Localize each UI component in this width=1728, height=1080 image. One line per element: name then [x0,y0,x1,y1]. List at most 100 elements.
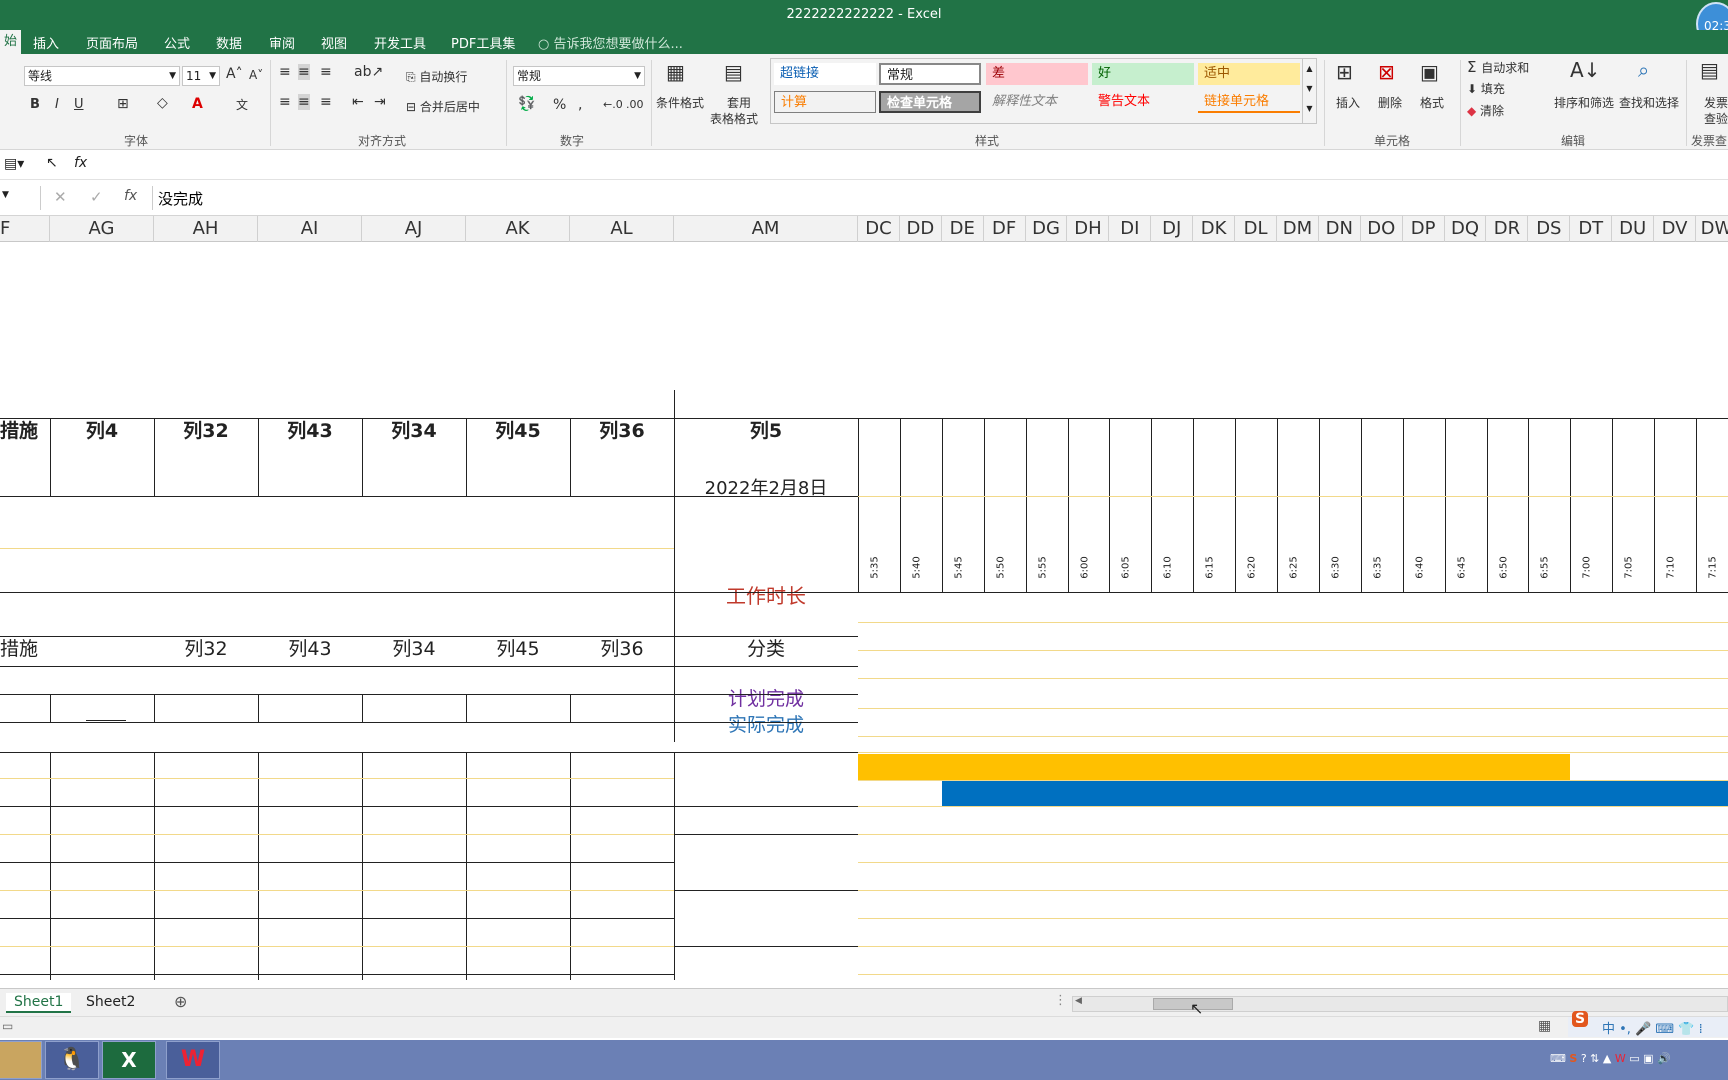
sort-filter-icon[interactable]: A↓ [1570,58,1600,82]
fill-color-icon[interactable]: ◇ [157,95,168,111]
formula-input[interactable] [158,186,1718,210]
tab-page-layout[interactable]: 页面布局 [86,33,138,52]
sogou-tray-icon[interactable]: S [1569,1052,1577,1065]
column-header[interactable]: DL [1235,216,1277,242]
wrap-text-button[interactable]: ⎘ 自动换行 [406,68,467,85]
column-header[interactable]: AL [570,216,674,242]
conditional-format-icon[interactable]: ▦ [666,60,685,84]
column-header[interactable]: DW [1696,216,1728,242]
style-linked-cell[interactable]: 链接单元格 [1198,91,1300,113]
sort-filter-button[interactable]: 排序和筛选 [1554,94,1614,111]
tab-review[interactable]: 审阅 [269,33,295,52]
sheet-tab-1[interactable]: Sheet1 [6,993,72,1013]
tab-insert[interactable]: 插入 [33,33,59,52]
column-header[interactable]: DO [1361,216,1403,242]
sheet-tab-2[interactable]: Sheet2 [78,993,143,1011]
header-cell-col4[interactable]: 列4 [50,416,154,443]
format-cells-icon[interactable]: ▣ [1420,60,1439,84]
align-bottom-icon[interactable]: ≡ [320,64,332,80]
gallery-scroll[interactable]: ▲ ▼ ▼ [1302,59,1316,123]
table-format-icon[interactable]: ▤ [724,60,743,84]
underline-button[interactable]: U [74,97,84,112]
align-left-icon[interactable]: ≡ [279,94,291,110]
header-cell-col36[interactable]: 列36 [570,416,674,443]
table-format-button[interactable]: 表格格式 [710,110,758,127]
tab-formulas[interactable]: 公式 [164,33,190,52]
work-duration-cell[interactable]: 工作时长 [674,580,858,609]
invoice-label-1[interactable]: 发票 [1704,94,1728,111]
column-header[interactable]: AK [466,216,570,242]
insert-function-icon[interactable]: fx [74,155,87,171]
sub-header-category[interactable]: 分类 [674,634,858,661]
style-good[interactable]: 好 [1092,63,1194,85]
style-calculation[interactable]: 计算 [774,91,876,113]
worksheet-grid[interactable]: 措施 列4 列32 列43 列34 列45 列36 列5 2022年2月8日 工… [0,242,1728,980]
orientation-icon[interactable]: ab↗ [354,64,383,80]
column-header[interactable]: DK [1193,216,1236,242]
keyboard-icon[interactable]: ⌨ [1550,1052,1566,1065]
align-top-icon[interactable]: ≡ [279,64,291,80]
insert-cells-button[interactable]: 插入 [1336,94,1360,111]
chevron-down-icon[interactable]: ▼ [1303,79,1316,99]
sogou-icon[interactable]: S [1572,1011,1589,1027]
help-icon[interactable]: ? [1581,1052,1587,1065]
decrease-indent-icon[interactable]: ⇤ [352,94,364,110]
add-sheet-icon[interactable]: ⊕ [174,992,187,1011]
clear-button[interactable]: ◆ 清除 [1467,102,1504,119]
scroll-left-icon[interactable]: ◀ [1075,996,1082,1006]
comma-button[interactable]: , [578,97,582,113]
plan-complete-label[interactable]: 计划完成 [674,684,858,711]
font-size-select[interactable]: 11 ▼ [182,66,220,86]
excel-icon[interactable]: X [102,1041,156,1079]
wps-icon[interactable]: W [166,1041,220,1079]
sub-header-measure[interactable]: 措施 [0,634,50,661]
tab-data[interactable]: 数据 [216,33,242,52]
delete-cells-button[interactable]: 删除 [1378,94,1402,111]
pointer-icon[interactable]: ↖ [46,155,58,171]
header-cell-col45[interactable]: 列45 [466,416,570,443]
column-header[interactable]: DT [1570,216,1613,242]
tab-view[interactable]: 视图 [321,33,347,52]
currency-icon[interactable]: 💱 [518,96,535,112]
align-center-icon[interactable]: ≡ [298,94,310,110]
battery-icon[interactable]: ▭ [1629,1052,1639,1065]
split-handle[interactable]: ⋮ [1054,993,1067,1008]
column-header[interactable]: DH [1068,216,1110,242]
italic-button[interactable]: I [55,97,59,112]
horizontal-scrollbar[interactable]: ◀ [1072,996,1728,1012]
column-header[interactable]: DE [942,216,984,242]
column-header[interactable]: AH [154,216,258,242]
conditional-format-button[interactable]: 条件格式 [656,94,704,111]
header-cell-col43[interactable]: 列43 [258,416,362,443]
ime-chinese-icon[interactable]: 中 •, 🎤 ⌨ 👕 ⁞ [1602,1018,1703,1037]
delete-cells-icon[interactable]: ⊠ [1378,60,1395,84]
expand-tray-icon[interactable]: ▲ [1603,1052,1611,1065]
column-header[interactable]: DM [1277,216,1319,242]
header-cell-col32[interactable]: 列32 [154,416,258,443]
style-explanatory[interactable]: 解释性文本 [986,91,1088,113]
column-header[interactable]: DV [1654,216,1696,242]
actual-complete-label[interactable]: 实际完成 [674,710,858,737]
number-format-select[interactable]: 常规 ▼ [513,66,645,86]
column-header[interactable]: DG [1026,216,1068,242]
sub-header-col45[interactable]: 列45 [466,634,570,661]
insert-cells-icon[interactable]: ⊞ [1336,60,1353,84]
decrease-decimal-icon[interactable]: .00 [626,98,644,111]
tab-developer[interactable]: 开发工具 [374,33,426,52]
style-normal[interactable]: 常规 [879,63,981,85]
print-icon[interactable]: ▤▾ [4,156,24,172]
header-cell-col5[interactable]: 列5 [674,416,858,443]
column-header[interactable]: DQ [1445,216,1487,242]
align-right-icon[interactable]: ≡ [320,94,332,110]
style-hyperlink[interactable]: 超链接 [774,63,876,85]
increase-indent-icon[interactable]: ⇥ [374,94,386,110]
column-header[interactable]: DC [858,216,900,242]
tell-me-box[interactable]: ○ 告诉我您想要做什么... [538,33,683,52]
borders-icon[interactable]: ⊞ [117,96,129,112]
merge-center-button[interactable]: ⊟ 合并后居中 [406,98,480,115]
font-color-icon[interactable]: A [192,96,203,112]
network-icon[interactable]: ⇅ [1590,1052,1599,1065]
enter-icon[interactable]: ✓ [90,188,103,206]
grow-font-icon[interactable]: A˄ [226,66,243,82]
sub-header-col34[interactable]: 列34 [362,634,466,661]
